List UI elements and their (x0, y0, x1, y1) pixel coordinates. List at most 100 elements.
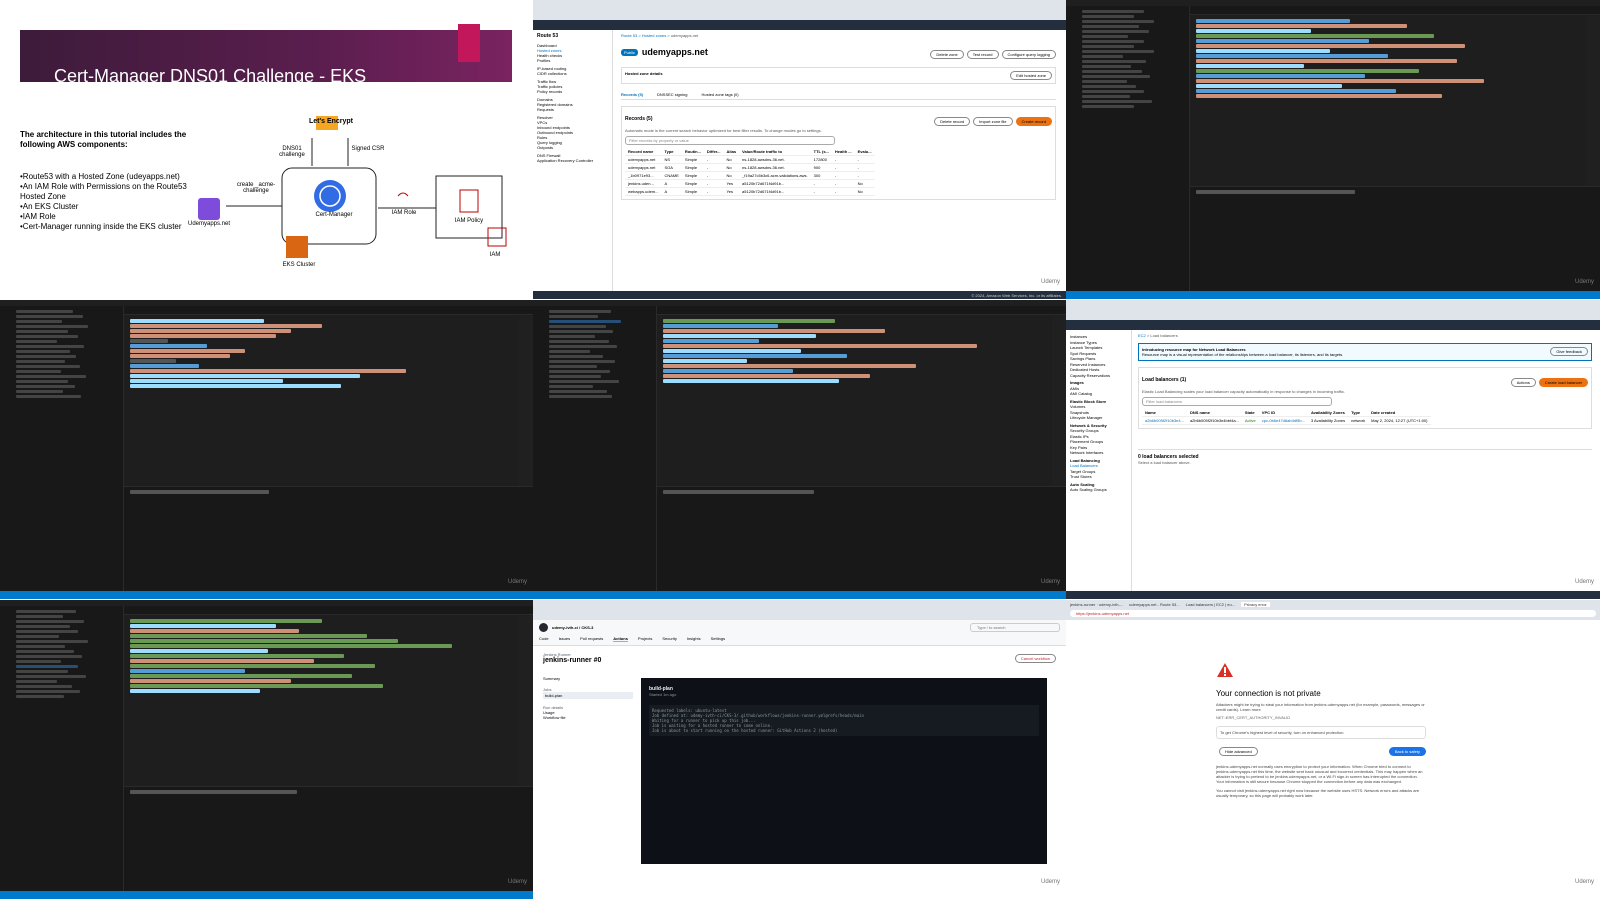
code-editor[interactable] (124, 316, 519, 486)
explorer-sidebar[interactable] (12, 606, 124, 891)
col-header[interactable]: Alias (723, 148, 740, 156)
col-header[interactable]: Availability Zones (1307, 409, 1349, 417)
crumb[interactable]: Route 53 (621, 33, 637, 38)
table-row[interactable]: udemyapps.net SOA Simple - No ns-1828.awsdns-… (625, 163, 875, 172)
explorer-sidebar[interactable] (12, 306, 124, 591)
delete-record-button[interactable]: Delete record (934, 117, 971, 126)
search-input[interactable]: Type / to search (970, 623, 1060, 632)
col-header[interactable]: VPC ID (1258, 409, 1308, 417)
col-header[interactable]: Date created (1368, 409, 1431, 417)
sidebar-item[interactable]: Trust Stores (1070, 474, 1127, 480)
sidebar-item[interactable]: Auto Scaling Groups (1070, 487, 1127, 493)
summary-link[interactable]: Summary (543, 676, 633, 681)
tab-actions[interactable]: Actions (613, 636, 628, 642)
address-bar[interactable]: https://jenkins.udemyapps.net (1070, 610, 1596, 617)
col-header[interactable]: Routin... (681, 148, 704, 156)
tab-tags[interactable]: Hosted zone tags (0) (701, 92, 738, 97)
browser-tab[interactable]: Load balancers | EC2 | eu... (1186, 602, 1235, 607)
code-editor[interactable] (657, 316, 1052, 486)
col-header[interactable]: Type (1348, 409, 1369, 417)
editor-tabs[interactable] (1190, 6, 1600, 15)
lb-filter-input[interactable]: Filter load balancers (1142, 397, 1332, 406)
enhanced-protection-tip[interactable]: To get Chrome's highest level of securit… (1216, 726, 1426, 739)
col-header[interactable]: Record name (625, 148, 662, 156)
table-row[interactable]: _1b0971e93... CNAME Simple - No _f19a27c5b3c6… (625, 171, 875, 180)
explorer-sidebar[interactable] (1078, 6, 1190, 291)
delete-zone-button[interactable]: Delete zone (930, 50, 964, 59)
activity-bar[interactable] (1066, 6, 1078, 291)
table-row[interactable]: udemyapps.net NS Simple - No ns-1828.awsdns-3… (625, 155, 875, 164)
cell[interactable]: vpc-0b6e47d8ab4df5b... (1258, 416, 1308, 425)
col-header[interactable]: Value/Route traffic to (739, 148, 811, 156)
col-header[interactable]: State (1241, 409, 1259, 417)
sidebar-item[interactable]: AMI Catalog (1070, 391, 1127, 397)
tab-settings[interactable]: Settings (711, 636, 725, 642)
job-item[interactable]: build-plan (543, 692, 633, 699)
browser-tab[interactable]: jenkins-runner · udemy-ivth-... (1070, 602, 1123, 607)
cancel-workflow-button[interactable]: Cancel workflow (1014, 653, 1056, 663)
table-row[interactable]: a2b6b005f2f10b3e4... a2b6b005f2f10b3e4bbf… (1142, 416, 1431, 425)
col-header[interactable]: Type (661, 148, 682, 156)
hide-advanced-button[interactable]: Hide advanced (1219, 747, 1258, 756)
cell[interactable]: a2b6b005f2f10b3e4... (1142, 416, 1187, 425)
tab-records[interactable]: Records (5) (621, 92, 643, 97)
tab-projects[interactable]: Projects (638, 636, 652, 642)
editor-tabs[interactable] (657, 306, 1066, 315)
sidebar-item[interactable]: Policy records (537, 89, 608, 94)
col-header[interactable]: Differ... (703, 148, 724, 156)
terminal-panel[interactable] (124, 486, 533, 591)
sidebar-item[interactable]: Network Interfaces (1070, 450, 1127, 456)
actions-dropdown[interactable]: Actions (1510, 378, 1536, 387)
sidebar-item[interactable]: Capacity Reservations (1070, 373, 1127, 379)
editor-tabs[interactable] (124, 306, 533, 315)
sidebar-item[interactable]: Profiles (537, 58, 608, 63)
sidebar-item[interactable]: Application Recovery Controller (537, 158, 608, 163)
activity-bar[interactable] (533, 306, 545, 591)
sidebar-item[interactable]: Lifecycle Manager (1070, 415, 1127, 421)
sidebar-item[interactable]: CIDR collections (537, 71, 608, 76)
repo-name[interactable]: udemy-ivth-ci / CKS-3 (552, 625, 593, 630)
github-logo-icon[interactable] (539, 623, 548, 632)
workflow-file-link[interactable]: Workflow file (543, 715, 633, 720)
import-zone-button[interactable]: Import zone file (973, 117, 1013, 126)
query-logging-button[interactable]: Configure query logging (1001, 50, 1056, 59)
sidebar-item[interactable]: Requests (537, 107, 608, 112)
activity-bar[interactable] (0, 606, 12, 891)
code-editor[interactable] (124, 616, 519, 786)
crumb[interactable]: Hosted zones (642, 33, 666, 38)
create-lb-button[interactable]: Create load balancer (1538, 378, 1588, 387)
details-label[interactable]: Hosted zone details (625, 71, 663, 80)
minimap[interactable] (1052, 316, 1066, 486)
feedback-button[interactable]: Give feedback (1550, 347, 1588, 356)
minimap[interactable] (1586, 16, 1600, 186)
code-editor[interactable] (1190, 16, 1586, 186)
terminal-panel[interactable] (1190, 186, 1600, 291)
crumb[interactable]: EC2 (1138, 333, 1146, 338)
tab-issues[interactable]: Issues (559, 636, 571, 642)
create-record-button[interactable]: Create record (1015, 117, 1052, 126)
col-header[interactable]: DNS name (1186, 409, 1242, 417)
explorer-sidebar[interactable] (545, 306, 657, 591)
back-to-safety-button[interactable]: Back to safety (1388, 747, 1426, 756)
tab-pull-requests[interactable]: Pull requests (580, 636, 603, 642)
minimap[interactable] (519, 316, 533, 486)
edit-zone-button[interactable]: Edit hosted zone (1010, 71, 1052, 80)
tab-insights[interactable]: Insights (687, 636, 701, 642)
terminal-panel[interactable] (124, 786, 533, 891)
browser-tab-active[interactable]: Privacy error (1241, 602, 1270, 607)
col-header[interactable]: Health ... (831, 148, 855, 156)
col-header[interactable]: Evalu... (854, 148, 875, 156)
tab-code[interactable]: Code (539, 636, 549, 642)
table-row[interactable]: webapps.udem... A Simple - Yes a5120b72d671f4… (625, 187, 875, 196)
minimap[interactable] (519, 616, 533, 786)
table-row[interactable]: jenkins.uden... A Simple - Yes a5120b72d671f4… (625, 179, 875, 188)
records-filter-input[interactable]: Filter records by property or value (625, 136, 835, 145)
col-header[interactable]: Name (1142, 409, 1187, 417)
editor-tabs[interactable] (124, 606, 533, 615)
tab-dnssec[interactable]: DNSSEC signing (657, 92, 687, 97)
tab-security[interactable]: Security (662, 636, 676, 642)
terminal-panel[interactable] (657, 486, 1066, 591)
activity-bar[interactable] (0, 306, 12, 591)
sidebar-item[interactable]: Outposts (537, 145, 608, 150)
col-header[interactable]: TTL (s... (810, 148, 832, 156)
